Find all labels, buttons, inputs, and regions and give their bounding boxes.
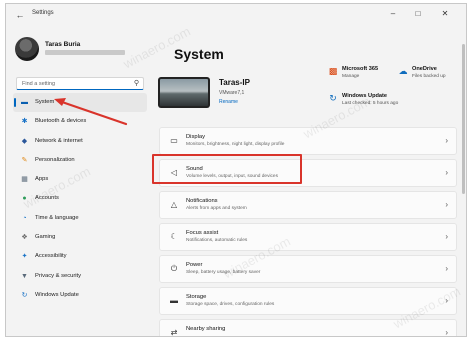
bluetooth-icon: ✱ <box>21 118 28 126</box>
card-power[interactable]: ⏻ Power Sleep, battery usage, battery save… <box>159 255 457 283</box>
sidebar-item-privacy-security[interactable]: ▼ Privacy & security <box>13 267 147 286</box>
shield-icon: ▼ <box>21 272 28 280</box>
minimize-button[interactable]: – <box>386 8 400 20</box>
sidebar-item-label: Personalization <box>35 156 75 163</box>
tile-subtitle: Manage <box>342 74 360 79</box>
search-icon: ⚲ <box>133 80 139 87</box>
card-title: Storage <box>186 294 207 300</box>
card-title: Nearby sharing <box>186 326 226 332</box>
sidebar-item-label: Accessibility <box>35 253 67 260</box>
sidebar-item-label: System <box>35 99 55 105</box>
page-title: System <box>174 46 224 62</box>
back-button[interactable]: ← <box>14 9 26 21</box>
accessibility-icon: ✦ <box>21 253 28 261</box>
windows-update-icon: ↻ <box>329 93 337 103</box>
sidebar-item-accessibility[interactable]: ✦ Accessibility <box>13 247 147 266</box>
title-bar: ← Settings – □ ✕ <box>6 4 466 26</box>
sidebar-item-windows-update[interactable]: ↻ Windows Update <box>13 286 147 305</box>
sound-highlight-box <box>152 154 302 184</box>
maximize-button[interactable]: □ <box>411 8 425 20</box>
card-subtitle: Alerts from apps and system <box>186 206 247 211</box>
sidebar-item-system[interactable]: ▬ System <box>13 93 147 113</box>
sidebar-item-bluetooth-devices[interactable]: ✱ Bluetooth & devices <box>13 112 147 131</box>
sidebar-item-label: Privacy & security <box>35 272 82 279</box>
tile-title: OneDrive <box>412 66 437 72</box>
share-icon: ⇄ <box>170 328 178 337</box>
power-icon: ⏻ <box>170 264 178 273</box>
tile-subtitle: Files backed up <box>412 74 446 79</box>
tile-title: Microsoft 365 <box>342 66 379 72</box>
network-icon: ◆ <box>21 137 28 145</box>
gamepad-icon: ❖ <box>21 234 28 242</box>
card-subtitle: Monitors, brightness, night light, displ… <box>186 142 285 147</box>
user-email-redacted <box>45 50 125 55</box>
card-subtitle: Notifications, automatic rules <box>186 238 248 243</box>
sidebar-item-gaming[interactable]: ❖ Gaming <box>13 228 147 247</box>
close-button[interactable]: ✕ <box>438 8 452 20</box>
chevron-right-icon: › <box>445 168 448 177</box>
app-title: Settings <box>32 10 54 16</box>
apps-icon: ▦ <box>21 176 28 184</box>
device-thumbnail <box>158 77 210 108</box>
display-icon: ▭ <box>170 136 178 145</box>
brush-icon: ✎ <box>21 156 28 164</box>
globe-clock-icon: ◔ <box>22 214 27 222</box>
sidebar-item-label: Apps <box>35 176 49 183</box>
monitor-icon: ▬ <box>21 99 28 106</box>
device-name: Taras-IP <box>219 78 250 87</box>
microsoft-365-icon: ▩ <box>328 66 338 76</box>
tile-onedrive[interactable]: ☁ OneDrive Files backed up <box>398 64 460 86</box>
sidebar-item-label: Time & language <box>35 214 79 221</box>
moon-icon: ☾ <box>170 232 178 241</box>
device-model: VMware7,1 <box>219 90 245 96</box>
tile-microsoft-365[interactable]: ▩ Microsoft 365 Manage <box>328 64 390 86</box>
card-focus-assist[interactable]: ☾ Focus assist Notifications, automatic ru… <box>159 223 457 251</box>
chevron-right-icon: › <box>445 200 448 209</box>
card-title: Power <box>186 262 203 268</box>
update-icon: ↻ <box>21 291 28 299</box>
storage-icon: ▬ <box>170 296 178 305</box>
chevron-right-icon: › <box>445 328 448 337</box>
avatar <box>15 37 39 61</box>
card-title: Notifications <box>186 198 218 204</box>
user-name: Taras Buria <box>45 41 81 48</box>
card-title: Display <box>186 134 206 140</box>
sidebar-item-network-internet[interactable]: ◆ Network & internet <box>13 132 147 151</box>
bell-icon: △ <box>170 200 178 209</box>
sidebar-item-label: Gaming <box>35 234 56 241</box>
chevron-right-icon: › <box>445 232 448 241</box>
search-input[interactable]: Find a setting ⚲ <box>16 77 144 90</box>
chevron-right-icon: › <box>445 136 448 145</box>
sidebar-item-label: Network & internet <box>35 137 83 144</box>
card-notifications[interactable]: △ Notifications Alerts from apps and syste… <box>159 191 457 219</box>
search-placeholder: Find a setting <box>22 81 56 87</box>
desktop-wallpaper-preview <box>160 79 208 106</box>
card-subtitle: Storage space, drives, configuration rul… <box>186 302 275 307</box>
sidebar-item-label: Windows Update <box>35 291 79 298</box>
sidebar-item-label: Bluetooth & devices <box>35 118 87 125</box>
sidebar-item-time-language[interactable]: ◔ Time & language <box>13 209 147 228</box>
chevron-right-icon: › <box>445 264 448 273</box>
onedrive-icon: ☁ <box>398 66 408 76</box>
scrollbar[interactable] <box>462 44 465 194</box>
card-title: Focus assist <box>186 230 219 236</box>
rename-link[interactable]: Rename <box>219 99 238 105</box>
